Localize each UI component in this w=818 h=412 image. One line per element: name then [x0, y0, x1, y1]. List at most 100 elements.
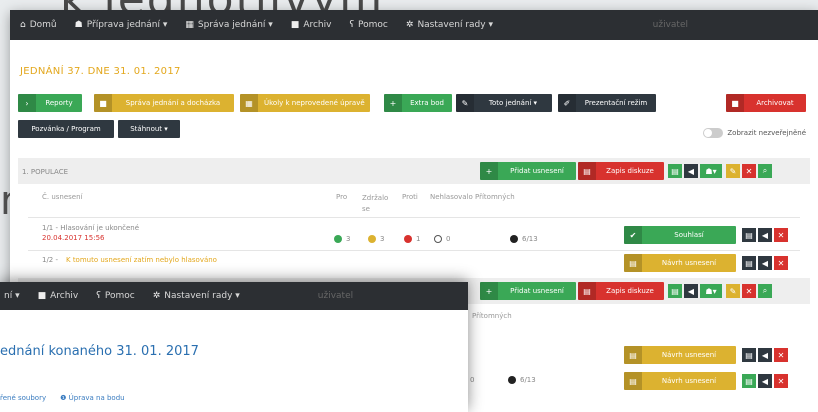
megaphone-icon[interactable]: ◀	[684, 164, 698, 178]
vote-for: 3	[334, 235, 350, 243]
document-icon[interactable]: ▤	[668, 164, 682, 178]
close-icon[interactable]: ✕	[742, 164, 756, 178]
close-icon[interactable]: ✕	[774, 256, 788, 270]
popup-nav-settings[interactable]: ✲ Nastavení rady ▾	[153, 291, 240, 301]
user-dropdown-icon[interactable]: ☗▾	[700, 164, 722, 178]
grid-icon: ▦	[240, 94, 258, 112]
popup-nav-partial[interactable]: ní ▾	[4, 291, 20, 301]
vote-present: 6/13	[510, 235, 538, 243]
attendance-button[interactable]: ■ Správa jednání a docházka	[94, 94, 234, 112]
row-2-text[interactable]: 1/2 -	[42, 256, 58, 264]
nav-user[interactable]: uživatel	[653, 20, 688, 30]
col-present: Přítomných	[475, 193, 515, 201]
popup-window: ní ▾ ■ Archiv ʕ Pomoc ✲ Nastavení rady ▾ už…	[0, 282, 468, 412]
document-icon[interactable]: ▤	[742, 348, 756, 362]
green-dot-icon	[334, 235, 342, 243]
document-icon: ▤	[624, 254, 642, 272]
close-icon[interactable]: ✕	[742, 284, 756, 298]
section-title: 1. POPULACE	[22, 168, 69, 176]
nav-home[interactable]: ⌂ Domů	[20, 20, 57, 30]
archive-button[interactable]: ■ Archivovat	[726, 94, 806, 112]
invite-program-button[interactable]: Pozvánka / Program	[18, 120, 114, 138]
extra-item-button[interactable]: + Extra bod	[384, 94, 452, 112]
agree-button[interactable]: ✔ Souhlasí	[624, 226, 736, 244]
chevron-right-icon: ›	[18, 94, 36, 112]
row-1-text[interactable]: 1/1 - Hlasování je ukončené	[42, 224, 139, 232]
resolution-draft-button-3[interactable]: ▤ Návrh usnesení	[624, 372, 736, 390]
row-3-present: 6/13	[508, 376, 536, 384]
reports-button[interactable]: › Reporty	[18, 94, 82, 112]
vote-not-voted: 0	[434, 235, 450, 243]
col-abstain: Zdržalo se	[362, 194, 389, 213]
document-icon[interactable]: ▤	[668, 284, 682, 298]
row-1-date: 20.04.2017 15:56	[42, 234, 105, 242]
col-resolution: Č. usnesení	[42, 193, 83, 201]
unvoted-button[interactable]: ▦ Úkoly k neprovedené úpravě	[240, 94, 370, 112]
add-resolution-button-2[interactable]: + Přidat usnesení	[480, 282, 576, 300]
popup-nav-user[interactable]: uživatel	[318, 291, 353, 301]
search-icon[interactable]: ⌕	[758, 164, 772, 178]
wrench-icon: ✎	[456, 94, 474, 112]
nav-help-label: Pomoc	[358, 20, 388, 30]
resolution-draft-button[interactable]: ▤ Návrh usnesení	[624, 254, 736, 272]
discussion-button-2[interactable]: ▤ Zapis diskuze	[578, 282, 664, 300]
document-icon: ▤	[624, 372, 642, 390]
show-unpublished-toggle[interactable]: Zobrazit nezveřejněné	[703, 128, 806, 138]
row-3-not-voted: 0	[470, 376, 475, 384]
search-icon[interactable]: ⌕	[758, 284, 772, 298]
nav-archive[interactable]: ■ Archiv	[291, 20, 332, 30]
plus-square-icon: +	[480, 162, 498, 180]
megaphone-icon[interactable]: ◀	[758, 348, 772, 362]
toggle-switch[interactable]	[703, 128, 724, 138]
download-dropdown[interactable]: Stáhnout ▾	[118, 120, 180, 138]
col-for: Pro	[336, 193, 348, 201]
this-meeting-dropdown[interactable]: ✎ Toto jednání ▾	[456, 94, 552, 112]
popup-links: řené soubory ❶ Úprava na bodu	[0, 394, 125, 402]
archive-icon: ■	[290, 20, 300, 30]
popup-nav-archive[interactable]: ■ Archiv	[38, 291, 79, 301]
discussion-button[interactable]: ▤ Zapis diskuze	[578, 162, 664, 180]
document-icon[interactable]: ▤	[742, 374, 756, 388]
edit-item-link[interactable]: ❶ Úprava na bodu	[60, 394, 124, 402]
close-icon[interactable]: ✕	[774, 348, 788, 362]
nav-settings[interactable]: ✲ Nastavení rady ▾	[406, 20, 493, 30]
attached-files-link[interactable]: řené soubory	[0, 394, 46, 402]
yellow-dot-icon	[368, 235, 376, 243]
col-present-2: Přítomných	[472, 312, 512, 320]
resolution-draft-button-2[interactable]: ▤ Návrh usnesení	[624, 346, 736, 364]
square-icon: ■	[726, 94, 744, 112]
document-icon[interactable]: ▤	[742, 228, 756, 242]
top-navbar: ⌂ Domů ☗ Příprava jednání ▾ ▦ Správa jednán…	[10, 10, 818, 40]
users-icon: ☗	[74, 20, 83, 30]
pencil-icon[interactable]: ✎	[726, 164, 740, 178]
col-against: Proti	[402, 193, 418, 201]
nav-preparation[interactable]: ☗ Příprava jednání ▾	[75, 20, 168, 30]
popup-navbar: ní ▾ ■ Archiv ʕ Pomoc ✲ Nastavení rady ▾ už…	[0, 282, 468, 310]
megaphone-icon[interactable]: ◀	[758, 256, 772, 270]
check-icon: ✔	[624, 226, 642, 244]
user-dropdown-icon[interactable]: ☗▾	[700, 284, 722, 298]
home-icon: ⌂	[20, 20, 26, 30]
megaphone-icon[interactable]: ◀	[758, 374, 772, 388]
nav-help[interactable]: ʕ Pomoc	[349, 20, 387, 30]
add-resolution-button[interactable]: + Přidat usnesení	[480, 162, 576, 180]
document-icon: ▤	[578, 162, 596, 180]
close-icon[interactable]: ✕	[774, 374, 788, 388]
help-icon: ʕ	[349, 20, 355, 30]
vote-abstain: 3	[368, 235, 384, 243]
plus-square-icon: +	[480, 282, 498, 300]
presentation-mode-button[interactable]: ✐ Prezentační režim	[558, 94, 656, 112]
pencil-icon[interactable]: ✎	[726, 284, 740, 298]
nav-settings-label: Nastavení rady ▾	[417, 20, 493, 30]
megaphone-icon[interactable]: ◀	[758, 228, 772, 242]
settings-icon: ✲	[152, 291, 161, 301]
megaphone-icon[interactable]: ◀	[684, 284, 698, 298]
document-icon[interactable]: ▤	[742, 256, 756, 270]
document-icon: ▤	[578, 282, 596, 300]
row-divider	[28, 250, 800, 251]
settings-icon: ✲	[405, 20, 414, 30]
nav-management[interactable]: ▦ Správa jednání ▾	[185, 20, 272, 30]
close-icon[interactable]: ✕	[774, 228, 788, 242]
plus-square-icon: +	[384, 94, 402, 112]
popup-nav-help[interactable]: ʕ Pomoc	[96, 291, 134, 301]
